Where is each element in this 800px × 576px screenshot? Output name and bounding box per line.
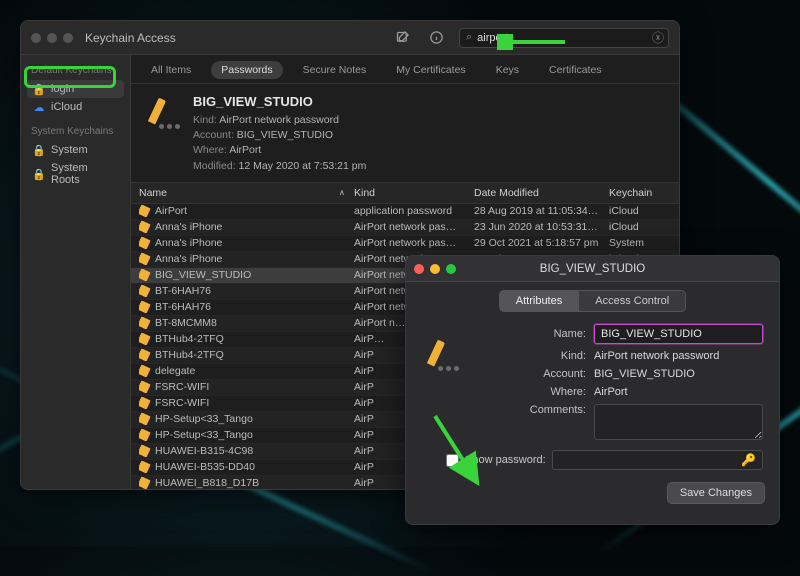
table-row[interactable]: Anna's iPhoneAirPort network pas…23 Jun … — [131, 220, 679, 236]
pill-my-certificates[interactable]: My Certificates — [386, 61, 475, 79]
password-icon — [139, 349, 151, 361]
label-kind: Kind: — [478, 350, 586, 362]
search-input[interactable] — [477, 32, 662, 44]
sidebar-heading-system: System Keychains — [31, 126, 120, 137]
tab-access-control[interactable]: Access Control — [579, 290, 686, 312]
value-where: AirPort — [594, 386, 763, 398]
pill-keys[interactable]: Keys — [486, 61, 529, 79]
password-icon — [139, 269, 151, 281]
search-icon: ⌕ — [466, 31, 472, 44]
password-icon — [139, 397, 151, 409]
password-icon — [139, 237, 151, 249]
pill-passwords[interactable]: Passwords — [211, 61, 282, 79]
lock-icon: 🔒 — [33, 168, 45, 180]
search-field[interactable]: ⌕ ⓧ — [459, 28, 669, 48]
password-icon — [145, 94, 181, 130]
window-controls[interactable] — [31, 33, 73, 43]
item-details-window: BIG_VIEW_STUDIO Attributes Access Contro… — [405, 255, 780, 525]
show-password-checkbox[interactable] — [446, 454, 459, 467]
password-icon — [139, 461, 151, 473]
label-where: Where: — [478, 386, 586, 398]
table-row[interactable]: Anna's iPhoneAirPort network pas…29 Oct … — [131, 236, 679, 252]
summary-name: BIG_VIEW_STUDIO — [193, 94, 366, 109]
label-show-password: Show password: — [465, 454, 546, 466]
show-password-row: Show password: 🔑 — [406, 448, 779, 478]
password-icon — [139, 477, 151, 489]
password-icon — [139, 253, 151, 265]
value-account: BIG_VIEW_STUDIO — [594, 368, 763, 380]
col-kind[interactable]: Kind — [354, 187, 474, 199]
password-icon — [139, 205, 151, 217]
label-account: Account: — [478, 368, 586, 380]
cloud-icon: ☁ — [33, 101, 45, 113]
password-icon — [139, 221, 151, 233]
info-icon[interactable] — [425, 27, 447, 49]
tab-segment: Attributes Access Control — [406, 282, 779, 320]
password-icon — [139, 365, 151, 377]
label-name: Name: — [478, 328, 586, 340]
sidebar-item-login[interactable]: 🔒login — [27, 80, 124, 98]
lock-icon: 🔒 — [33, 144, 45, 156]
popup-window-controls[interactable] — [414, 264, 456, 274]
password-icon — [139, 413, 151, 425]
sidebar-heading-default: Default Keychains — [31, 65, 120, 76]
sidebar: Default Keychains 🔒login ☁iCloud System … — [21, 55, 131, 489]
save-changes-button[interactable]: Save Changes — [667, 482, 765, 504]
value-kind: AirPort network password — [594, 350, 763, 362]
password-icon — [139, 381, 151, 393]
password-icon — [139, 317, 151, 329]
comments-field[interactable] — [594, 404, 763, 440]
name-field[interactable] — [594, 324, 763, 344]
table-row[interactable]: AirPortapplication password28 Aug 2019 a… — [131, 204, 679, 220]
compose-icon[interactable] — [391, 27, 413, 49]
popup-titlebar: BIG_VIEW_STUDIO — [406, 256, 779, 282]
password-icon — [139, 429, 151, 441]
password-field[interactable]: 🔑 — [552, 450, 763, 470]
category-pills: All Items Passwords Secure Notes My Cert… — [131, 55, 679, 84]
password-icon — [139, 445, 151, 457]
password-icon — [424, 336, 460, 372]
titlebar: Keychain Access ⌕ ⓧ — [21, 21, 679, 55]
attributes-form: Name: Kind: AirPort network password Acc… — [406, 320, 779, 448]
lock-icon: 🔒 — [33, 83, 45, 95]
label-comments: Comments: — [478, 404, 586, 416]
table-header[interactable]: Name ∧ Kind Date Modified Keychain — [131, 183, 679, 204]
sidebar-item-system-roots[interactable]: 🔒System Roots — [27, 159, 124, 189]
col-name[interactable]: Name — [139, 187, 339, 199]
password-icon — [139, 285, 151, 297]
popup-title: BIG_VIEW_STUDIO — [540, 263, 645, 275]
window-title: Keychain Access — [85, 31, 176, 45]
password-icon — [139, 333, 151, 345]
password-icon — [139, 301, 151, 313]
col-keychain[interactable]: Keychain — [609, 187, 671, 199]
clear-search-icon[interactable]: ⓧ — [652, 29, 664, 46]
item-summary: BIG_VIEW_STUDIO Kind: AirPort network pa… — [131, 84, 679, 183]
key-icon[interactable]: 🔑 — [741, 453, 756, 467]
pill-certificates[interactable]: Certificates — [539, 61, 612, 79]
col-date[interactable]: Date Modified — [474, 187, 609, 199]
sidebar-item-icloud[interactable]: ☁iCloud — [27, 98, 124, 116]
sidebar-item-system[interactable]: 🔒System — [27, 141, 124, 159]
sort-indicator-icon: ∧ — [339, 188, 354, 197]
pill-secure-notes[interactable]: Secure Notes — [293, 61, 377, 79]
pill-all-items[interactable]: All Items — [141, 61, 201, 79]
tab-attributes[interactable]: Attributes — [499, 290, 579, 312]
